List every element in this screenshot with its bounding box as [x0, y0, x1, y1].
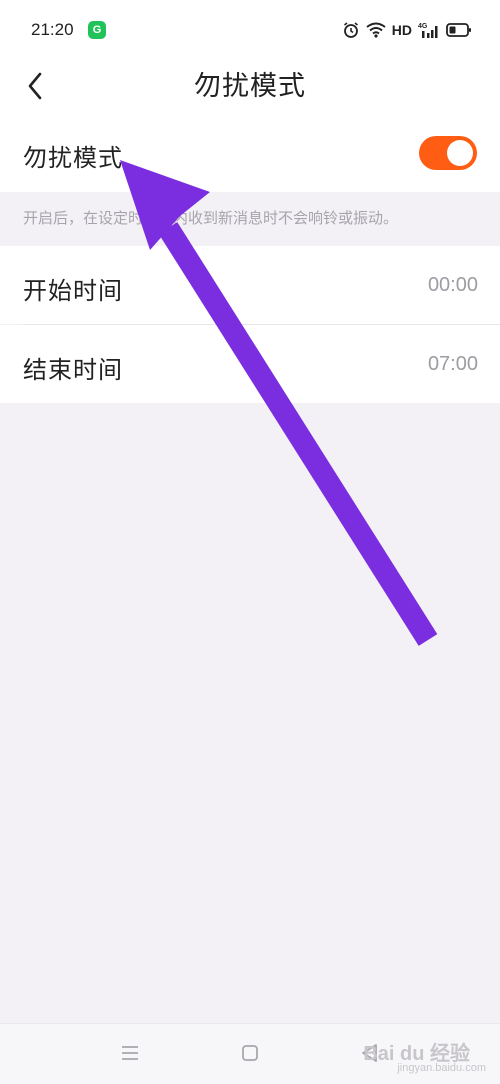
dnd-description: 开启后，在设定时间段内收到新消息时不会响铃或振动。 [23, 209, 399, 227]
dnd-setting-row[interactable]: 勿扰模式 [0, 114, 500, 192]
header: 勿扰模式 [0, 56, 500, 114]
menu-icon[interactable] [115, 1038, 145, 1068]
page-title: 勿扰模式 [194, 71, 306, 102]
navigation-bar: Bai du 经验 jingyan.baidu.com [0, 1023, 500, 1084]
start-time-label: 开始时间 [23, 277, 123, 305]
alarm-icon [343, 22, 358, 38]
hd-indicator: HD [391, 22, 412, 38]
status-bar: 21:20 G HD 4G [0, 0, 500, 56]
wifi-icon [366, 22, 386, 38]
signal-icon: 4G [418, 23, 438, 38]
battery-icon [446, 23, 471, 37]
start-time-row[interactable]: 开始时间 00:00 [0, 246, 500, 324]
status-time: 21:20 [31, 20, 74, 39]
network-label: 4G [418, 23, 428, 30]
app-notification-icon: G [88, 21, 106, 39]
watermark-url: jingyan.baidu.com [397, 1062, 486, 1074]
start-time-value: 00:00 [427, 274, 478, 296]
end-time-label: 结束时间 [23, 356, 123, 384]
status-icons: HD 4G [342, 19, 472, 41]
description-section: 开启后，在设定时间段内收到新消息时不会响铃或振动。 [0, 192, 500, 246]
end-time-row[interactable]: 结束时间 07:00 [0, 325, 500, 403]
dnd-toggle[interactable] [419, 136, 477, 170]
home-icon[interactable] [235, 1038, 265, 1068]
dnd-label: 勿扰模式 [23, 144, 123, 172]
toggle-knob [447, 140, 473, 166]
end-time-value: 07:00 [427, 353, 478, 375]
